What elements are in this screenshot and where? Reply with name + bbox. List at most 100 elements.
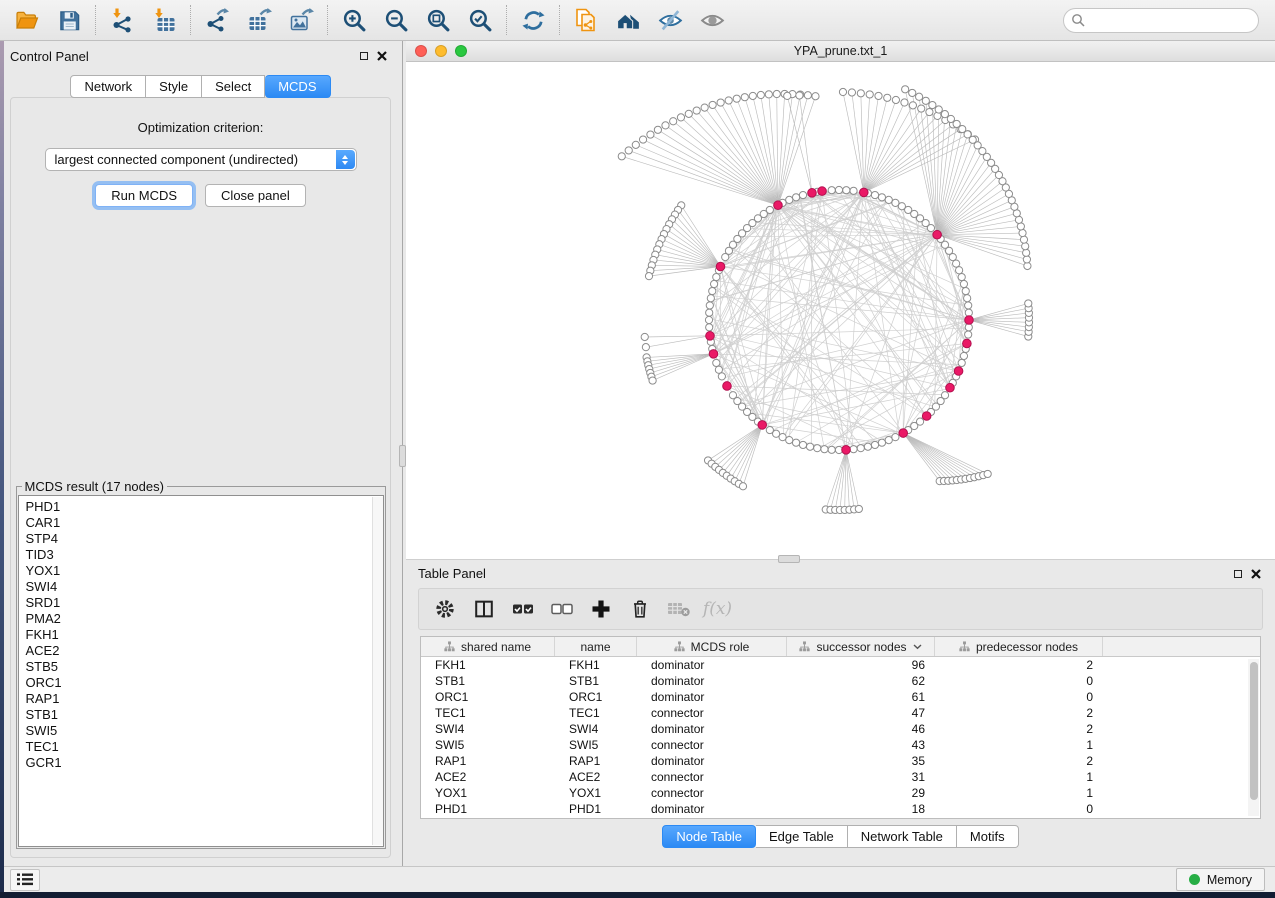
result-node[interactable]: STB5 xyxy=(26,659,383,675)
task-history-button[interactable] xyxy=(10,869,40,891)
zoom-out-button[interactable] xyxy=(375,3,417,37)
zoom-fit-button[interactable] xyxy=(417,3,459,37)
result-node[interactable]: STP4 xyxy=(26,531,383,547)
open-file-button[interactable] xyxy=(6,3,48,37)
tab-style[interactable]: Style xyxy=(146,75,202,98)
select-all-icon xyxy=(511,598,535,620)
delete-table-button[interactable] xyxy=(659,592,698,626)
table-row[interactable]: RAP1RAP1dominator352 xyxy=(421,753,1260,769)
table-row[interactable]: FKH1FKH1dominator962 xyxy=(421,657,1260,673)
result-node[interactable]: SWI5 xyxy=(26,723,383,739)
cell: 1 xyxy=(935,737,1103,753)
clone-network-button[interactable] xyxy=(565,3,607,37)
cell: 43 xyxy=(787,737,935,753)
table-row[interactable]: PHD1PHD1dominator180 xyxy=(421,801,1260,817)
export-image-button[interactable] xyxy=(280,3,322,37)
result-node[interactable]: SRD1 xyxy=(26,595,383,611)
network-overview-button[interactable] xyxy=(607,3,649,37)
float-panel-button[interactable] xyxy=(355,48,373,64)
result-node[interactable]: CAR1 xyxy=(26,515,383,531)
tab-network-table[interactable]: Network Table xyxy=(848,825,957,848)
hide-graphics-button[interactable] xyxy=(649,3,691,37)
tab-edge-table[interactable]: Edge Table xyxy=(756,825,848,848)
result-node[interactable]: SWI4 xyxy=(26,579,383,595)
result-node[interactable]: PMA2 xyxy=(26,611,383,627)
result-node[interactable]: STB1 xyxy=(26,707,383,723)
table-row[interactable]: SWI4SWI4dominator462 xyxy=(421,721,1260,737)
zoom-in-button[interactable] xyxy=(333,3,375,37)
network-title: YPA_prune.txt_1 xyxy=(406,44,1275,58)
criterion-select[interactable]: largest connected component (undirected) xyxy=(45,148,357,171)
import-network-button[interactable] xyxy=(101,3,143,37)
zoom-selected-button[interactable] xyxy=(459,3,501,37)
add-column-button[interactable] xyxy=(581,592,620,626)
tab-mcds[interactable]: MCDS xyxy=(265,75,330,98)
cell: 61 xyxy=(787,689,935,705)
cell: TEC1 xyxy=(555,705,637,721)
result-node[interactable]: PHD1 xyxy=(26,499,383,515)
close-panel-button[interactable] xyxy=(373,48,391,64)
network-canvas[interactable] xyxy=(406,62,1275,559)
result-node[interactable]: GCR1 xyxy=(26,755,383,771)
float-table-panel-button[interactable] xyxy=(1229,566,1247,582)
zoom-fit-icon xyxy=(426,8,451,33)
tab-network[interactable]: Network xyxy=(70,75,146,98)
column-header-predecessor-nodes[interactable]: predecessor nodes xyxy=(935,637,1103,656)
network-titlebar[interactable]: YPA_prune.txt_1 xyxy=(406,41,1275,62)
import-table-button[interactable] xyxy=(143,3,185,37)
mcds-result-title: MCDS result (17 nodes) xyxy=(22,479,167,494)
column-header-MCDS-role[interactable]: MCDS role xyxy=(637,637,787,656)
result-node[interactable]: RAP1 xyxy=(26,691,383,707)
minimize-window-icon[interactable] xyxy=(435,45,447,57)
network-graph xyxy=(406,62,1273,559)
mcds-result-list[interactable]: PHD1CAR1STP4TID3YOX1SWI4SRD1PMA2FKH1ACE2… xyxy=(18,495,384,847)
tab-motifs[interactable]: Motifs xyxy=(957,825,1019,848)
column-header-shared-name[interactable]: shared name xyxy=(421,637,555,656)
close-window-icon[interactable] xyxy=(415,45,427,57)
result-node[interactable]: TID3 xyxy=(26,547,383,563)
table-row[interactable]: STB1STB1dominator620 xyxy=(421,673,1260,689)
table-row[interactable]: TEC1TEC1connector472 xyxy=(421,705,1260,721)
deselect-all-button[interactable] xyxy=(542,592,581,626)
table-body: FKH1FKH1dominator962STB1STB1dominator620… xyxy=(421,657,1260,817)
search-input[interactable] xyxy=(1063,8,1259,33)
table-settings-button[interactable] xyxy=(425,592,464,626)
table-row[interactable]: ACE2ACE2connector311 xyxy=(421,769,1260,785)
result-node[interactable]: YOX1 xyxy=(26,563,383,579)
delete-column-button[interactable] xyxy=(620,592,659,626)
table-row[interactable]: SWI5SWI5connector431 xyxy=(421,737,1260,753)
result-node[interactable]: FKH1 xyxy=(26,627,383,643)
result-node[interactable]: ORC1 xyxy=(26,675,383,691)
node-table: shared namenameMCDS rolesuccessor nodesp… xyxy=(420,636,1261,819)
result-node[interactable]: ACE2 xyxy=(26,643,383,659)
table-row[interactable]: YOX1YOX1connector291 xyxy=(421,785,1260,801)
scrollbar-thumb[interactable] xyxy=(1250,662,1258,800)
table-scrollbar[interactable] xyxy=(1248,659,1259,816)
export-network-button[interactable] xyxy=(196,3,238,37)
result-node[interactable]: TEC1 xyxy=(26,739,383,755)
result-list-scrollbar[interactable] xyxy=(372,497,383,845)
run-mcds-button[interactable]: Run MCDS xyxy=(95,184,193,207)
apply-style-button[interactable] xyxy=(512,3,554,37)
select-all-button[interactable] xyxy=(503,592,542,626)
show-column-panel-button[interactable] xyxy=(464,592,503,626)
vertical-splitter[interactable] xyxy=(399,41,406,866)
tab-select[interactable]: Select xyxy=(202,75,265,98)
add-icon xyxy=(590,598,612,620)
tab-node-table[interactable]: Node Table xyxy=(662,825,756,848)
column-header-name[interactable]: name xyxy=(555,637,637,656)
save-session-button[interactable] xyxy=(48,3,90,37)
main-toolbar xyxy=(0,0,1275,41)
maximize-window-icon[interactable] xyxy=(455,45,467,57)
table-row[interactable]: ORC1ORC1dominator610 xyxy=(421,689,1260,705)
function-builder-button[interactable]: f(x) xyxy=(698,592,737,626)
splitter-handle[interactable] xyxy=(399,445,406,467)
close-panel-button-2[interactable]: Close panel xyxy=(205,184,306,207)
column-header-successor-nodes[interactable]: successor nodes xyxy=(787,637,935,656)
memory-button[interactable]: Memory xyxy=(1176,868,1265,891)
horizontal-splitter-handle[interactable] xyxy=(778,555,800,563)
cell: 29 xyxy=(787,785,935,801)
export-table-button[interactable] xyxy=(238,3,280,37)
close-table-panel-button[interactable] xyxy=(1247,566,1265,582)
show-graphics-button[interactable] xyxy=(691,3,733,37)
